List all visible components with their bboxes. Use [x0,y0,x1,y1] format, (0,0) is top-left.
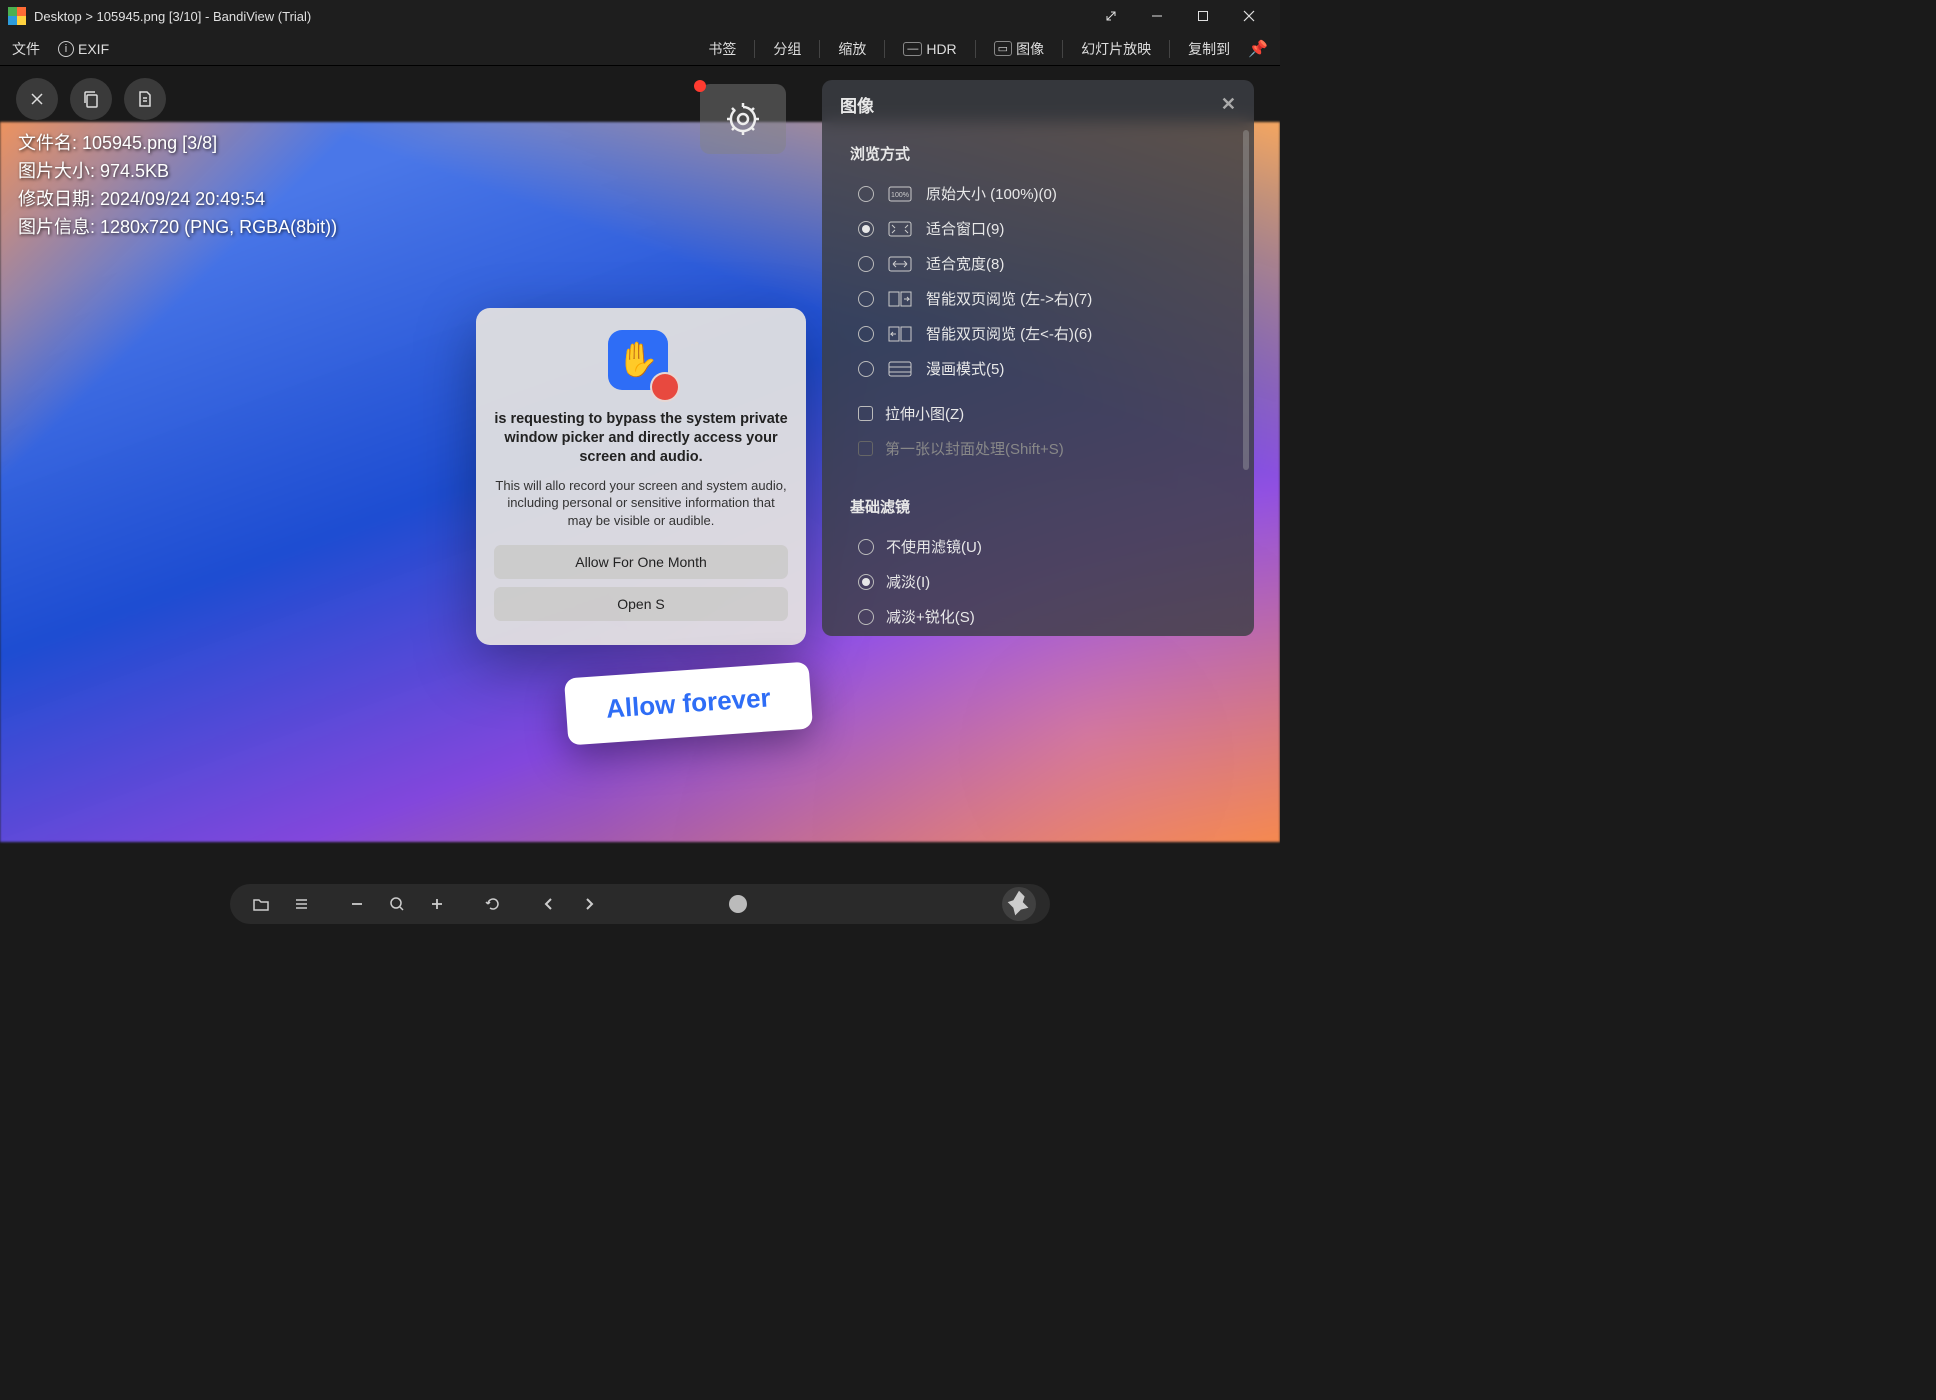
menu-file[interactable]: 文件 [12,39,40,59]
record-badge-icon [650,372,680,402]
info-filesize: 图片大小: 974.5KB [18,158,337,186]
option-comic-mode[interactable]: 漫画模式(5) [850,351,1226,386]
close-button[interactable] [1226,0,1272,32]
info-modified: 修改日期: 2024/09/24 20:49:54 [18,186,337,214]
minimize-button[interactable] [1134,0,1180,32]
zoom-in-button[interactable] [420,887,454,921]
slider-thumb[interactable] [729,895,747,913]
menu-exif[interactable]: i EXIF [58,41,109,57]
prev-button[interactable] [532,887,566,921]
filter-lighten-sharpen[interactable]: 减淡+锐化(S) [850,599,1226,634]
panel-close-button[interactable]: ✕ [1221,94,1236,115]
document-round-button[interactable] [124,78,166,120]
image-settings-panel: 图像 ✕ 浏览方式 100% 原始大小 (100%)(0) 适合窗口(9) 适合… [822,80,1254,636]
section-basic-filter: 基础滤镜 [850,496,1226,517]
gear-icon [723,99,763,139]
menu-bookmark[interactable]: 书签 [708,39,736,59]
image-icon: ▭ [994,41,1012,56]
pin-icon[interactable]: 📌 [1248,39,1268,59]
menu-copyto[interactable]: 复制到 [1188,39,1230,59]
option-two-page-ltr[interactable]: 智能双页阅览 (左->右)(7) [850,281,1226,316]
option-fit-window[interactable]: 适合窗口(9) [850,211,1226,246]
filter-none[interactable]: 不使用滤镜(U) [850,529,1226,564]
bottom-toolbar [230,884,1050,924]
menu-group[interactable]: 分组 [773,39,801,59]
option-original-size[interactable]: 100% 原始大小 (100%)(0) [850,176,1226,211]
close-round-button[interactable] [16,78,58,120]
menu-slideshow[interactable]: 幻灯片放映 [1081,39,1151,59]
rotate-button[interactable] [476,887,510,921]
notification-dot [694,80,706,92]
list-view-button[interactable] [284,887,318,921]
expand-button[interactable] [1088,0,1134,32]
info-imageinfo: 图片信息: 1280x720 (PNG, RGBA(8bit)) [18,214,337,242]
next-button[interactable] [572,887,606,921]
panel-title: 图像 [840,92,874,117]
panel-scrollbar[interactable] [1243,130,1249,470]
info-icon: i [58,41,74,57]
dialog-title: is requesting to bypass the system priva… [494,410,788,467]
checkbox-stretch-small[interactable]: 拉伸小图(Z) [850,396,1226,431]
filter-lighten[interactable]: 减淡(I) [850,564,1226,599]
checkbox-first-as-cover: 第一张以封面处理(Shift+S) [850,431,1226,466]
allow-one-month-button[interactable]: Allow For One Month [494,545,788,579]
position-slider[interactable] [622,901,986,907]
maximize-button[interactable] [1180,0,1226,32]
dialog-app-icon: ✋ [608,330,674,396]
menubar: 文件 i EXIF 书签 分组 缩放 —HDR ▭图像 幻灯片放映 复制到 📌 [0,32,1280,66]
menu-image[interactable]: ▭图像 [994,39,1044,59]
image-info-overlay: 文件名: 105945.png [3/8] 图片大小: 974.5KB 修改日期… [18,130,337,242]
dialog-body: This will allo record your screen and sy… [494,477,788,530]
svg-text:100%: 100% [891,192,909,199]
menu-zoom[interactable]: 缩放 [838,39,866,59]
window-title: Desktop > 105945.png [3/10] - BandiView … [34,9,1088,24]
zoom-out-button[interactable] [340,887,374,921]
option-fit-width[interactable]: 适合宽度(8) [850,246,1226,281]
settings-gear-button[interactable] [700,84,786,154]
info-filename: 文件名: 105945.png [3/8] [18,130,337,158]
open-folder-button[interactable] [244,887,278,921]
hand-icon: ✋ [617,340,659,380]
section-view-mode: 浏览方式 [850,143,1226,164]
copy-round-button[interactable] [70,78,112,120]
titlebar: Desktop > 105945.png [3/10] - BandiView … [0,0,1280,32]
option-two-page-rtl[interactable]: 智能双页阅览 (左<-右)(6) [850,316,1226,351]
menu-hdr[interactable]: —HDR [903,41,956,57]
pin-toolbar-button[interactable] [1002,887,1036,921]
open-settings-button[interactable]: Open S [494,587,788,621]
zoom-reset-button[interactable] [380,887,414,921]
app-icon [8,7,26,25]
macos-permission-dialog: ✋ is requesting to bypass the system pri… [476,308,806,645]
